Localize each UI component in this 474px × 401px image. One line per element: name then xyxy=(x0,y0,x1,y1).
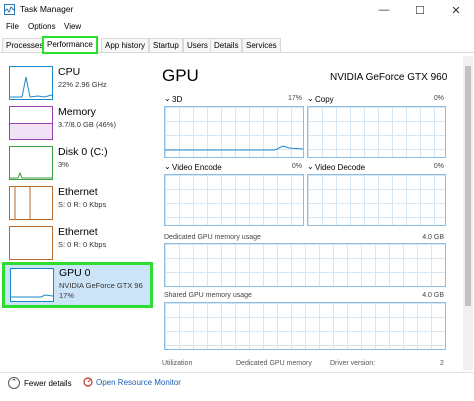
sidebar-sub-ethernet-2: S: 0 R: 0 Kbps xyxy=(58,240,107,249)
menu-bar: File Options View xyxy=(0,20,474,34)
chevron-up-icon: ⌃ xyxy=(8,377,20,389)
sidebar-label-ethernet-1: Ethernet xyxy=(58,186,98,198)
tab-startup[interactable]: Startup xyxy=(149,38,183,52)
chevron-icon[interactable]: ⌄ xyxy=(307,162,314,171)
panel-label-video-decode: Video Decode xyxy=(315,163,366,172)
graph-video-decode xyxy=(307,174,446,226)
sidebar-label-memory: Memory xyxy=(58,106,96,118)
panel-label-copy: Copy xyxy=(315,95,334,104)
menu-options[interactable]: Options xyxy=(28,22,56,31)
open-resource-monitor-link[interactable]: Open Resource Monitor xyxy=(83,377,181,387)
sidebar-item-ethernet-2[interactable]: Ethernet S: 0 R: 0 Kbps xyxy=(2,222,147,262)
stat-driver-label: Driver version: xyxy=(330,360,376,367)
sidebar-item-disk[interactable]: Disk 0 (C:) 3% xyxy=(2,142,147,182)
tab-details[interactable]: Details xyxy=(210,38,243,52)
ethernet-2-mini-graph xyxy=(9,226,53,260)
chevron-icon[interactable]: ⌄ xyxy=(164,94,171,103)
tab-app-history[interactable]: App history xyxy=(101,38,150,52)
sidebar-label-cpu: CPU xyxy=(58,66,81,78)
dedicated-memory-max: 4.0 GB xyxy=(422,234,444,241)
tab-performance[interactable]: Performance xyxy=(42,36,98,54)
open-resource-monitor-label: Open Resource Monitor xyxy=(96,377,181,387)
panel-label-3d: 3D xyxy=(172,95,183,104)
sidebar-item-gpu[interactable]: GPU 0 NVIDIA GeForce GTX 96 17% xyxy=(2,262,153,308)
sidebar-label-gpu: GPU 0 xyxy=(59,267,91,279)
sidebar-sub-gpu-usage: 17% xyxy=(59,291,75,300)
panel-pct-video-decode: 0% xyxy=(433,163,444,170)
sidebar-sub-gpu-model: NVIDIA GeForce GTX 96 xyxy=(59,281,143,290)
graph-video-encode xyxy=(164,174,304,226)
stat-driver-value: 2 xyxy=(440,360,444,367)
tab-users[interactable]: Users xyxy=(183,38,212,52)
minimize-button[interactable]: — xyxy=(366,0,402,20)
sidebar-label-ethernet-2: Ethernet xyxy=(58,226,98,238)
sidebar-sub-cpu: 22% 2.96 GHz xyxy=(58,80,107,89)
stat-utilization-label: Utilization xyxy=(162,360,193,367)
performance-sidebar: CPU 22% 2.96 GHz Memory 3.7/8.0 GB (46%)… xyxy=(0,56,153,366)
gpu-mini-graph xyxy=(10,268,54,302)
window-title: Task Manager xyxy=(20,4,74,14)
panel-label-video-encode: Video Encode xyxy=(172,163,222,172)
maximize-button[interactable]: ☐ xyxy=(402,0,438,20)
gpu-model-name: NVIDIA GeForce GTX 960 xyxy=(330,72,448,83)
panel-pct-copy: 0% xyxy=(433,95,444,102)
sidebar-sub-memory: 3.7/8.0 GB (46%) xyxy=(58,120,116,129)
sidebar-label-disk: Disk 0 (C:) xyxy=(58,146,108,158)
page-title: GPU xyxy=(162,66,199,85)
menu-view[interactable]: View xyxy=(64,22,81,31)
scrollbar-thumb[interactable] xyxy=(465,66,471,306)
sidebar-sub-disk: 3% xyxy=(58,160,69,169)
graph-shared-memory xyxy=(164,302,446,350)
dedicated-memory-label: Dedicated GPU memory usage xyxy=(164,234,261,241)
panel-pct-video-encode: 0% xyxy=(291,163,302,170)
tab-services[interactable]: Services xyxy=(242,38,281,52)
sidebar-sub-ethernet-1: S: 0 R: 0 Kbps xyxy=(58,200,107,209)
stat-dedicated-label: Dedicated GPU memory xyxy=(236,360,312,367)
chevron-icon[interactable]: ⌄ xyxy=(164,162,171,171)
disk-mini-graph xyxy=(9,146,53,180)
panel-pct-3d: 17% xyxy=(287,95,302,102)
memory-mini-graph xyxy=(9,106,53,140)
close-button[interactable]: ✕ xyxy=(438,0,474,20)
ethernet-1-mini-graph xyxy=(9,186,53,220)
shared-memory-label: Shared GPU memory usage xyxy=(164,292,252,299)
sidebar-item-ethernet-1[interactable]: Ethernet S: 0 R: 0 Kbps xyxy=(2,182,147,222)
tab-processes[interactable]: Processes xyxy=(2,38,48,52)
resource-monitor-icon xyxy=(83,377,93,387)
shared-memory-max: 4.0 GB xyxy=(422,292,444,299)
menu-file[interactable]: File xyxy=(6,22,19,31)
graph-copy xyxy=(307,106,446,158)
graph-3d xyxy=(164,106,304,158)
sidebar-item-cpu[interactable]: CPU 22% 2.96 GHz xyxy=(2,62,147,102)
task-manager-icon xyxy=(4,4,15,15)
sidebar-item-memory[interactable]: Memory 3.7/8.0 GB (46%) xyxy=(2,102,147,142)
fewer-details-label: Fewer details xyxy=(24,378,72,388)
graph-dedicated-memory xyxy=(164,243,446,287)
tab-strip: Processes Performance App history Startu… xyxy=(0,36,474,54)
cpu-mini-graph xyxy=(9,66,53,100)
fewer-details-button[interactable]: ⌃ Fewer details xyxy=(8,377,72,389)
chevron-icon[interactable]: ⌄ xyxy=(307,94,314,103)
